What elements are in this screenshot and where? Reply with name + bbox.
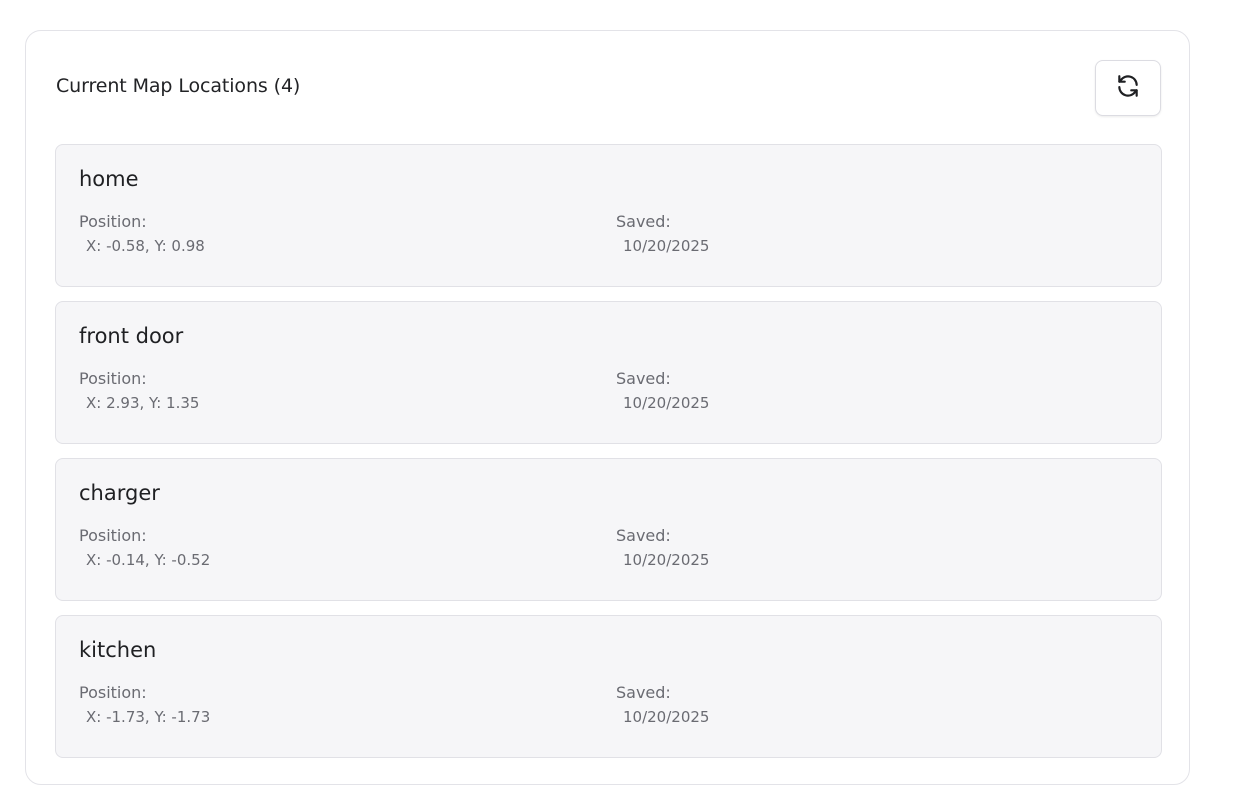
refresh-button[interactable] [1095,60,1161,116]
saved-label: Saved: [616,526,671,545]
position-column: Position: X: -0.58, Y: 0.98 [79,212,205,256]
saved-value: 10/20/2025 [623,237,710,255]
location-card[interactable]: front door Position: X: 2.93, Y: 1.35 Sa… [55,301,1162,444]
location-card[interactable]: charger Position: X: -0.14, Y: -0.52 Sav… [55,458,1162,601]
location-name: front door [79,324,184,348]
position-column: Position: X: -0.14, Y: -0.52 [79,526,210,570]
panel-header: Current Map Locations (4) [56,59,1161,116]
saved-column: Saved: 10/20/2025 [616,683,709,727]
position-column: Position: X: 2.93, Y: 1.35 [79,369,199,413]
position-column: Position: X: -1.73, Y: -1.73 [79,683,210,727]
panel-title: Current Map Locations (4) [56,75,301,97]
position-value: X: 2.93, Y: 1.35 [86,394,200,412]
position-label: Position: [79,526,147,545]
saved-value: 10/20/2025 [623,551,710,569]
saved-column: Saved: 10/20/2025 [616,526,709,570]
saved-column: Saved: 10/20/2025 [616,212,709,256]
locations-list: home Position: X: -0.58, Y: 0.98 Saved: … [55,144,1162,772]
position-value: X: -0.58, Y: 0.98 [86,237,205,255]
saved-label: Saved: [616,369,671,388]
position-label: Position: [79,369,147,388]
position-label: Position: [79,212,147,231]
saved-column: Saved: 10/20/2025 [616,369,709,413]
location-card[interactable]: kitchen Position: X: -1.73, Y: -1.73 Sav… [55,615,1162,758]
refresh-icon [1115,73,1141,103]
location-card[interactable]: home Position: X: -0.58, Y: 0.98 Saved: … [55,144,1162,287]
position-value: X: -0.14, Y: -0.52 [86,551,211,569]
location-name: home [79,167,139,191]
location-name: charger [79,481,160,505]
position-value: X: -1.73, Y: -1.73 [86,708,211,726]
saved-label: Saved: [616,683,671,702]
location-name: kitchen [79,638,157,662]
saved-value: 10/20/2025 [623,708,710,726]
saved-value: 10/20/2025 [623,394,710,412]
saved-label: Saved: [616,212,671,231]
position-label: Position: [79,683,147,702]
map-locations-panel: Current Map Locations (4) home Position:… [25,30,1190,785]
